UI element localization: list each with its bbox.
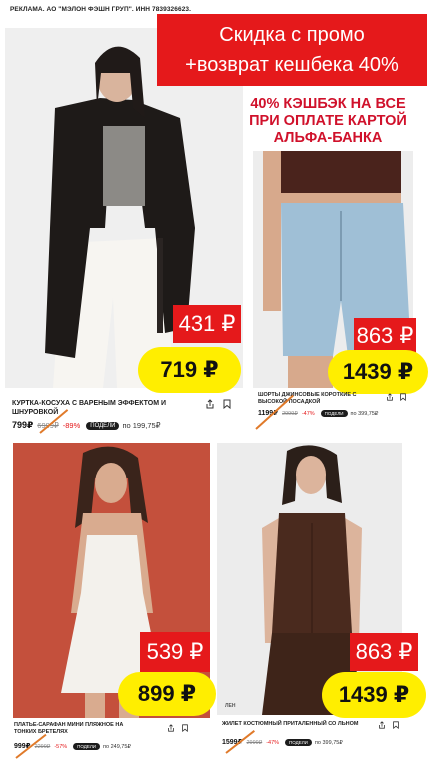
promo-price-badge: 863 ₽ bbox=[350, 633, 418, 671]
installment-amount: по 399,75₽ bbox=[314, 740, 343, 746]
installment-amount: по 199,75₽ bbox=[122, 421, 161, 430]
cashback-line-1: 40% КЭШБЭК НА ВСЕ bbox=[250, 96, 406, 112]
ad-disclaimer: РЕКЛАМА. АО "МЭЛОН ФЭШН ГРУП". ИНН 78393… bbox=[10, 6, 192, 13]
installment-amount: по 399,75₽ bbox=[350, 411, 379, 417]
final-price-badge: 719 ₽ bbox=[138, 347, 241, 393]
price-row: 799₽6999₽-89%ПОДЕЛИпо 199,75₽ bbox=[12, 420, 160, 431]
old-price: 2999₽ bbox=[282, 411, 298, 417]
bookmark-icon[interactable] bbox=[399, 393, 407, 401]
final-price-badge: 1439 ₽ bbox=[322, 672, 426, 718]
share-icon[interactable] bbox=[378, 721, 386, 729]
podeli-badge[interactable]: ПОДЕЛИ bbox=[320, 410, 348, 418]
installment-amount: по 249,75₽ bbox=[103, 744, 131, 750]
cashback-line-2: ПРИ ОПЛАТЕ КАРТОЙ bbox=[249, 113, 407, 129]
cashback-offer: 40% КЭШБЭК НА ВСЕ ПРИ ОПЛАТЕ КАРТОЙ АЛЬФ… bbox=[228, 96, 428, 147]
product-title[interactable]: ЖИЛЕТ КОСТЮМНЫЙ ПРИТАЛЕННЫЙ СО ЛЬНОМ bbox=[222, 721, 372, 728]
share-icon[interactable] bbox=[386, 393, 394, 401]
podeli-badge[interactable]: ПОДЕЛИ bbox=[73, 743, 101, 751]
product-title[interactable]: ШОРТЫ ДЖИНСОВЫЕ КОРОТКИЕ С ВЫСОКОЙ ПОСАД… bbox=[258, 392, 370, 406]
bookmark-icon[interactable] bbox=[392, 721, 400, 729]
final-price-badge: 1439 ₽ bbox=[328, 350, 428, 394]
promo-price-badge: 539 ₽ bbox=[140, 632, 210, 672]
discount-percent: -89% bbox=[62, 421, 81, 430]
podeli-badge[interactable]: ПОДЕЛИ bbox=[285, 739, 312, 747]
promo-line-2: +возврат кешбека 40% bbox=[185, 54, 399, 76]
material-tag: ЛЕН bbox=[225, 703, 236, 709]
discount-percent: -47% bbox=[301, 411, 315, 417]
podeli-badge[interactable]: ПОДЕЛИ bbox=[86, 422, 120, 431]
bookmark-icon[interactable] bbox=[222, 399, 232, 409]
old-price: 2999₽ bbox=[246, 740, 263, 746]
promo-price-badge: 863 ₽ bbox=[354, 318, 416, 354]
promo-banner: Скидка с промо +возврат кешбека 40% bbox=[157, 14, 427, 86]
share-icon[interactable] bbox=[167, 724, 175, 732]
share-icon[interactable] bbox=[205, 399, 215, 409]
final-price-badge: 899 ₽ bbox=[118, 672, 216, 716]
discount-percent: -47% bbox=[266, 740, 280, 746]
old-price: 2299₽ bbox=[34, 744, 51, 750]
cashback-line-3: АЛЬФА-БАНКА bbox=[273, 130, 383, 146]
product-title[interactable]: ПЛАТЬЕ-САРАФАН МИНИ ПЛЯЖНОЕ НА ТОНКИХ БР… bbox=[14, 722, 144, 736]
promo-price-badge: 431 ₽ bbox=[173, 305, 241, 343]
bookmark-icon[interactable] bbox=[181, 724, 189, 732]
current-price: 799₽ bbox=[12, 420, 34, 430]
promo-line-1: Скидка с промо bbox=[219, 24, 365, 46]
discount-percent: -57% bbox=[54, 744, 68, 750]
product-title[interactable]: КУРТКА-КОСУХА С ВАРЕНЫМ ЭФФЕКТОМ И ШНУРО… bbox=[12, 400, 202, 417]
